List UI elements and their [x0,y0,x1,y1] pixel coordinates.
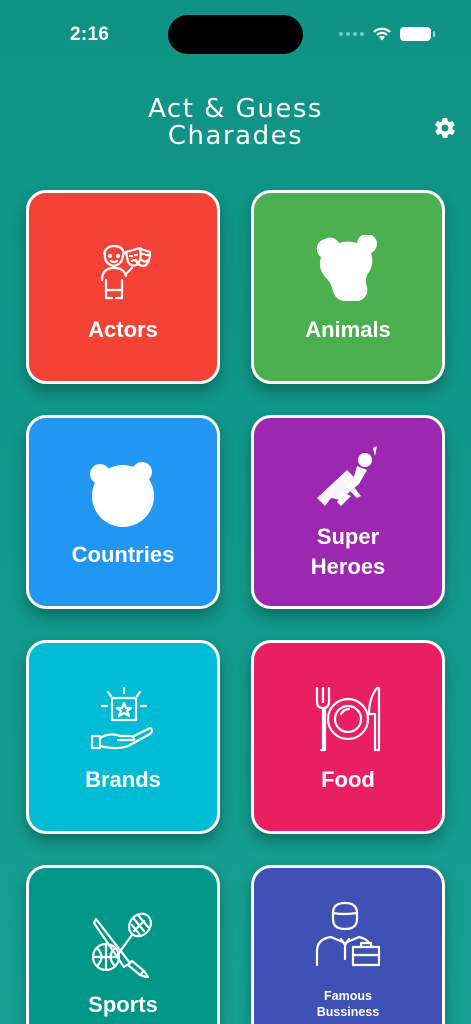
category-card-super-heroes[interactable]: Super Heroes [251,415,445,609]
dynamic-island [168,15,303,54]
category-card-food[interactable]: Food [251,640,445,834]
category-label: Countries [71,542,175,567]
plate-fork-knife-icon [254,679,442,759]
status-bar: 2:16 [0,0,471,70]
category-card-countries[interactable]: Countries [26,415,220,609]
category-label: Brands [85,767,161,792]
bear-face-icon [29,454,217,534]
category-card-sports[interactable]: Sports [26,865,220,1024]
battery-icon [400,26,435,41]
category-label: Sports [88,992,158,1017]
category-label-line1: Famous [324,989,372,1003]
status-icons [339,26,435,41]
cellular-signal-icon [339,31,364,36]
wifi-icon [373,27,391,41]
bear-head-icon [254,229,442,309]
category-card-actors[interactable]: Actors [26,190,220,384]
category-label: Food [321,767,375,792]
category-card-animals[interactable]: Animals [251,190,445,384]
category-label: Famous Bussiness [254,988,442,1020]
category-card-famous-bussiness[interactable]: Famous Bussiness [251,865,445,1024]
theater-masks-icon [29,229,217,309]
app-title: Act & Guess Charades [0,96,471,150]
category-label-line1: Super [316,524,380,549]
category-label: Super Heroes [254,522,442,582]
app-title-line1: Act & Guess [148,94,323,124]
sports-equipment-icon [29,904,217,984]
category-grid: Actors Animals Countries Super Heroes Br… [26,190,445,1024]
star-box-hand-icon [29,679,217,759]
businessman-icon [254,894,442,974]
app-title-line2: Charades [167,121,304,151]
gear-icon [435,118,455,138]
category-card-brands[interactable]: Brands [26,640,220,834]
category-label-line2: Heroes [310,554,386,579]
category-label-line2: Bussiness [316,1005,380,1019]
superhero-icon [254,440,442,520]
status-time: 2:16 [70,24,110,45]
settings-button[interactable] [431,114,459,142]
category-label: Actors [88,317,158,342]
category-label: Animals [305,317,391,342]
